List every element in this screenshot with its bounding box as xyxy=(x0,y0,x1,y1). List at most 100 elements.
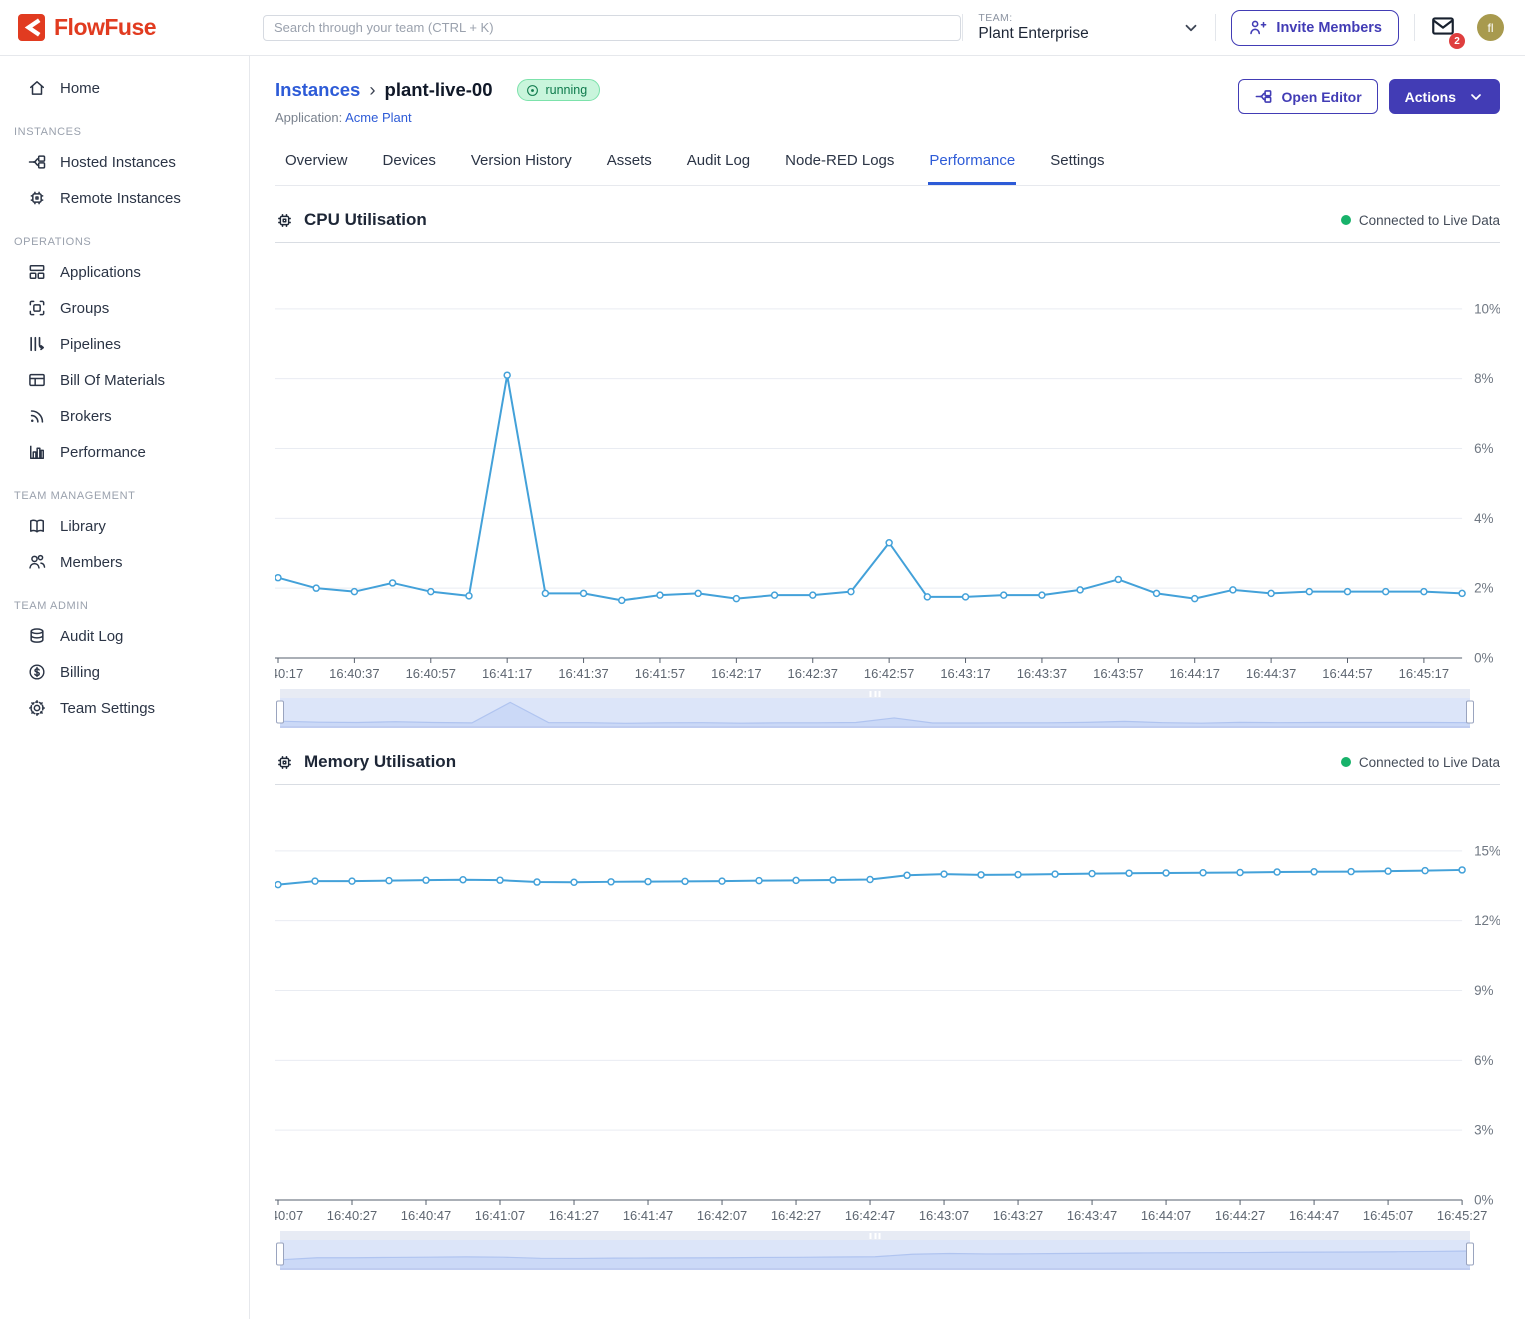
sidebar-item-brokers[interactable]: Brokers xyxy=(0,398,249,434)
svg-text:16:43:17: 16:43:17 xyxy=(940,666,990,681)
open-editor-button[interactable]: Open Editor xyxy=(1238,79,1378,114)
tab-settings[interactable]: Settings xyxy=(1049,152,1105,185)
sidebar-section-operations: OPERATIONS xyxy=(0,216,249,254)
flowfuse-logo[interactable]: FlowFuse xyxy=(0,14,250,41)
team-name: Plant Enterprise xyxy=(978,25,1088,43)
sidebar-section-team-admin: TEAM ADMIN xyxy=(0,580,249,618)
application-link[interactable]: Acme Plant xyxy=(345,110,411,125)
svg-text:8%: 8% xyxy=(1474,371,1493,386)
bill-of-materials-icon xyxy=(27,370,47,390)
memory-chart-title: Memory Utilisation xyxy=(275,752,456,772)
navigator-left-handle[interactable] xyxy=(276,701,284,724)
applications-icon xyxy=(27,262,47,282)
tab-audit-log[interactable]: Audit Log xyxy=(686,152,751,185)
breadcrumb: Instances › plant-live-00 running xyxy=(275,79,600,101)
avatar[interactable]: fl xyxy=(1477,14,1504,41)
actions-label: Actions xyxy=(1405,89,1456,105)
invite-members-button[interactable]: Invite Members xyxy=(1231,10,1399,46)
sidebar-item-library[interactable]: Library xyxy=(0,508,249,544)
navigator-window[interactable] xyxy=(280,698,1470,728)
tab-node-red-logs[interactable]: Node-RED Logs xyxy=(784,152,895,185)
sidebar-item-label: Audit Log xyxy=(60,628,123,645)
billing-icon xyxy=(27,662,47,682)
live-dot-icon xyxy=(1341,757,1351,767)
sidebar-item-home[interactable]: Home xyxy=(0,70,249,106)
sidebar-item-billing[interactable]: Billing xyxy=(0,654,249,690)
remote-instances-icon xyxy=(27,188,47,208)
cpu-chip-icon xyxy=(275,211,294,230)
tab-devices[interactable]: Devices xyxy=(382,152,437,185)
sidebar-item-audit-log[interactable]: Audit Log xyxy=(0,618,249,654)
svg-text:16:44:57: 16:44:57 xyxy=(1322,666,1372,681)
tab-version-history[interactable]: Version History xyxy=(470,152,573,185)
navigator-track[interactable] xyxy=(280,689,1470,698)
svg-text:0%: 0% xyxy=(1474,650,1493,665)
tab-overview[interactable]: Overview xyxy=(284,152,349,185)
svg-text:16:43:37: 16:43:37 xyxy=(1017,666,1067,681)
live-dot-icon xyxy=(1341,215,1351,225)
svg-text:16:42:57: 16:42:57 xyxy=(864,666,914,681)
svg-text:16:40:57: 16:40:57 xyxy=(406,666,456,681)
actions-button[interactable]: Actions xyxy=(1389,79,1500,114)
sidebar-section-instances: INSTANCES xyxy=(0,106,249,144)
navigator-left-handle[interactable] xyxy=(276,1243,284,1266)
svg-text:6%: 6% xyxy=(1474,1053,1493,1068)
team-selector[interactable]: TEAM: Plant Enterprise xyxy=(978,12,1200,43)
navigator-track[interactable] xyxy=(280,1231,1470,1240)
sidebar-item-label: Applications xyxy=(60,264,141,281)
navigator-grip-handle[interactable] xyxy=(870,691,881,697)
svg-text:16:40:37: 16:40:37 xyxy=(329,666,379,681)
breadcrumb-instances-link[interactable]: Instances xyxy=(275,79,360,101)
svg-text:16:43:07: 16:43:07 xyxy=(919,1208,969,1223)
status-badge: running xyxy=(517,79,600,101)
svg-text:16:45:07: 16:45:07 xyxy=(1363,1208,1413,1223)
navigator-right-handle[interactable] xyxy=(1466,701,1474,724)
sidebar-item-hosted-instances[interactable]: Hosted Instances xyxy=(0,144,249,180)
breadcrumb-separator: › xyxy=(369,79,375,101)
live-data-label: Connected to Live Data xyxy=(1359,755,1500,770)
search-input[interactable] xyxy=(263,15,961,41)
sidebar-item-label: Library xyxy=(60,518,106,535)
navigator-window[interactable] xyxy=(280,1240,1470,1270)
audit-log-icon xyxy=(27,626,47,646)
topbar-right-group: TEAM: Plant Enterprise Invite Members 2 … xyxy=(962,10,1525,46)
sidebar-item-label: Performance xyxy=(60,444,146,461)
tab-performance[interactable]: Performance xyxy=(928,152,1016,185)
sidebar-item-label: Bill Of Materials xyxy=(60,372,165,389)
sidebar-item-pipelines[interactable]: Pipelines xyxy=(0,326,249,362)
divider xyxy=(1215,14,1216,41)
sidebar-item-performance[interactable]: Performance xyxy=(0,434,249,470)
sidebar-item-team-settings[interactable]: Team Settings xyxy=(0,690,249,726)
groups-icon xyxy=(27,298,47,318)
svg-text:16:45:17: 16:45:17 xyxy=(1399,666,1449,681)
notifications-button[interactable]: 2 xyxy=(1430,13,1456,42)
navigator-grip-handle[interactable] xyxy=(870,1233,881,1239)
tab-assets[interactable]: Assets xyxy=(606,152,653,185)
home-icon xyxy=(27,78,47,98)
running-status-icon xyxy=(526,84,539,97)
svg-text:16:40:07: 16:40:07 xyxy=(275,1208,303,1223)
sidebar-item-label: Pipelines xyxy=(60,336,121,353)
sidebar-item-bill-of-materials[interactable]: Bill Of Materials xyxy=(0,362,249,398)
svg-text:16:44:37: 16:44:37 xyxy=(1246,666,1296,681)
memory-utilisation-section: Memory Utilisation Connected to Live Dat… xyxy=(275,752,1500,1270)
sidebar-section-team-management: TEAM MANAGEMENT xyxy=(0,470,249,508)
cpu-chart-navigator[interactable] xyxy=(280,689,1470,728)
sidebar-item-members[interactable]: Members xyxy=(0,544,249,580)
svg-text:16:44:07: 16:44:07 xyxy=(1141,1208,1191,1223)
live-data-label: Connected to Live Data xyxy=(1359,213,1500,228)
sidebar-item-remote-instances[interactable]: Remote Instances xyxy=(0,180,249,216)
divider xyxy=(962,14,963,41)
team-label: TEAM: xyxy=(978,12,1088,24)
sidebar-item-groups[interactable]: Groups xyxy=(0,290,249,326)
svg-text:15%: 15% xyxy=(1474,843,1500,858)
sidebar-item-label: Hosted Instances xyxy=(60,154,176,171)
navigator-right-handle[interactable] xyxy=(1466,1243,1474,1266)
sidebar-item-label: Team Settings xyxy=(60,700,155,717)
svg-text:16:40:27: 16:40:27 xyxy=(327,1208,377,1223)
chevron-down-icon xyxy=(1182,19,1200,37)
sidebar-item-label: Home xyxy=(60,80,100,97)
sidebar-item-applications[interactable]: Applications xyxy=(0,254,249,290)
sidebar-item-label: Billing xyxy=(60,664,100,681)
memory-chart-navigator[interactable] xyxy=(280,1231,1470,1270)
